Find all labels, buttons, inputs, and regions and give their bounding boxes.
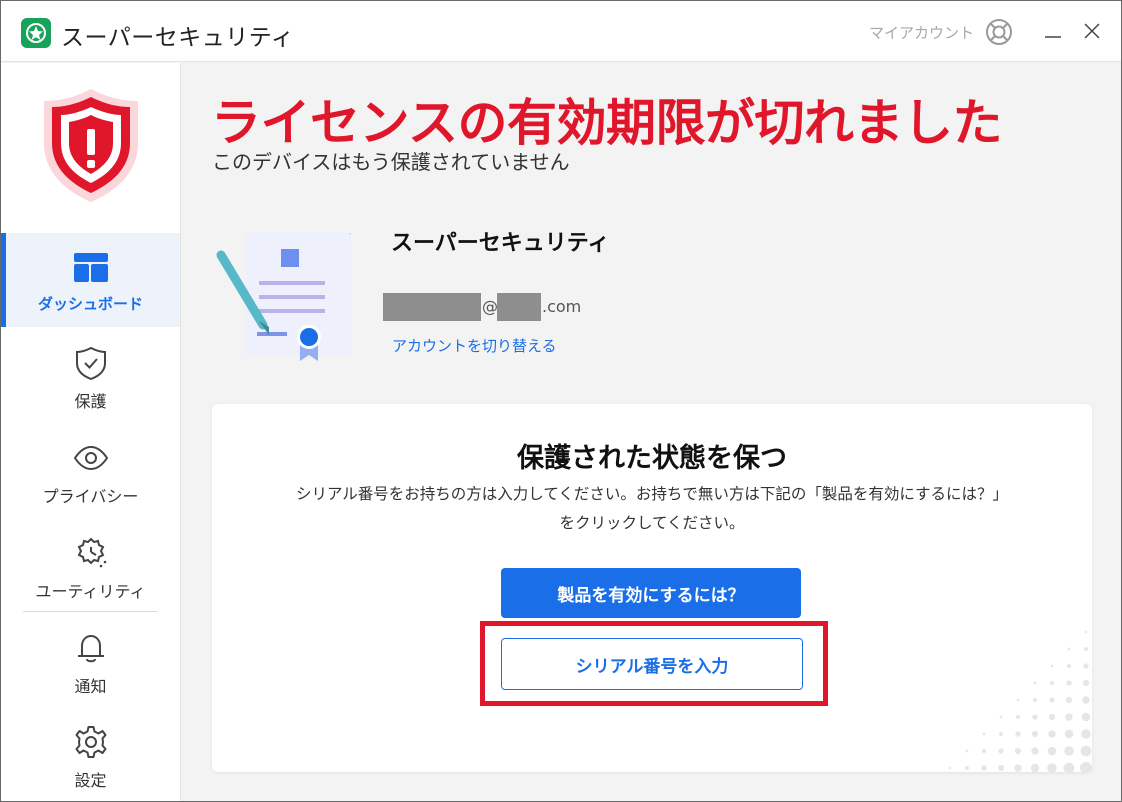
- bell-icon: [73, 630, 109, 666]
- document-illustration: [213, 229, 363, 369]
- sidebar-item-label: ユーティリティ: [35, 582, 146, 601]
- decorative-dots: [948, 630, 1092, 772]
- sidebar-divider: [23, 611, 158, 612]
- redacted-email-user: [383, 293, 481, 321]
- close-button[interactable]: [1080, 19, 1104, 43]
- gear-icon: [73, 724, 109, 760]
- eye-icon: [73, 440, 109, 476]
- card-description-line1: シリアル番号をお持ちの方は入力してください。お持ちで無い方は下記の「製品を有効に…: [295, 485, 1009, 503]
- my-account-link[interactable]: マイアカウント: [869, 22, 974, 43]
- sidebar-item-label: プライバシー: [42, 487, 139, 506]
- shield-check-icon: [73, 345, 109, 381]
- sidebar-item-privacy[interactable]: プライバシー: [1, 423, 180, 517]
- activate-product-button[interactable]: 製品を有効にするには？: [501, 568, 801, 618]
- license-expired-headline: ライセンスの有効期限が切れました: [211, 94, 1003, 152]
- minimize-button[interactable]: [1041, 19, 1065, 43]
- sidebar-item-label: ダッシュボード: [37, 295, 143, 313]
- alert-shield-icon: [40, 85, 142, 205]
- sidebar-item-dashboard[interactable]: ダッシュボード: [1, 233, 180, 327]
- not-protected-subline: このデバイスはもう保護されていません: [212, 150, 570, 174]
- sidebar-item-notifications[interactable]: 通知: [1, 613, 180, 707]
- switch-account-link[interactable]: アカウントを切り替える: [392, 335, 557, 356]
- app-logo-icon: [21, 18, 51, 48]
- sidebar: ダッシュボード 保護 プライバシー ユーティリティ 通知 設定: [1, 63, 181, 801]
- sidebar-item-label: 保護: [74, 392, 107, 411]
- title-bar: スーパーセキュリティ マイアカウント: [1, 1, 1121, 62]
- card-description: シリアル番号をお持ちの方は入力してください。お持ちで無い方は下記の「製品を有効に…: [252, 480, 1052, 538]
- email-at: @: [482, 297, 498, 316]
- dashboard-icon: [73, 250, 109, 286]
- card-title: 保護された状態を保つ: [517, 443, 787, 474]
- product-name: スーパーセキュリティ: [391, 231, 610, 256]
- sidebar-item-utility[interactable]: ユーティリティ: [1, 518, 180, 612]
- keep-protected-card: 保護された状態を保つ シリアル番号をお持ちの方は入力してください。お持ちで無い方…: [212, 404, 1092, 772]
- email-domain-suffix: .com: [542, 297, 582, 316]
- sidebar-item-label: 通知: [74, 677, 107, 696]
- card-description-line2: をクリックしてください。: [559, 514, 745, 532]
- sidebar-item-protection[interactable]: 保護: [1, 328, 180, 422]
- sidebar-item-settings[interactable]: 設定: [1, 707, 180, 801]
- app-title: スーパーセキュリティ: [61, 25, 295, 51]
- utility-icon: [73, 535, 109, 571]
- app-window: スーパーセキュリティ マイアカウント ダッシュボード 保護 プライバシー ユーテ…: [0, 0, 1122, 802]
- redacted-email-domain: [497, 293, 541, 321]
- enter-serial-button[interactable]: シリアル番号を入力: [501, 638, 803, 690]
- support-lifebuoy-icon[interactable]: [985, 18, 1013, 46]
- sidebar-item-label: 設定: [74, 771, 107, 790]
